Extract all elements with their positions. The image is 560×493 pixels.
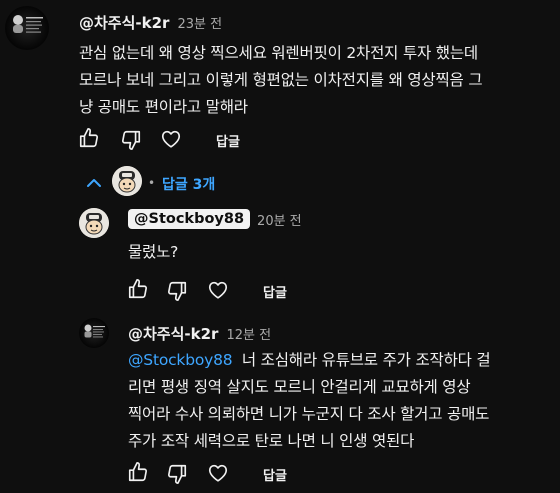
thumbs-up-icon [79,128,99,148]
dislike-button[interactable] [166,463,188,485]
comment-text: 관심 없는데 왜 영상 찍으세요 워렌버핏이 2차전지 투자 했는데 모르나 보… [79,40,549,121]
separator-dot: • [148,176,156,190]
creator-avatar [112,166,142,196]
heart-icon [161,130,181,148]
reply-avatar[interactable] [79,208,109,238]
comment-author[interactable]: @차주식-k2r [79,12,169,33]
reply-header: @차주식-k2r 12분 전 [128,323,271,344]
thumbs-down-icon [167,464,187,484]
reply-avatar[interactable] [79,318,109,348]
comment-line: 냥 공매도 편이라고 말해라 [79,98,248,116]
heart-icon [208,464,228,482]
reply-button[interactable]: 답글 [263,465,287,484]
reply-button[interactable]: 답글 [263,282,287,301]
like-button[interactable] [127,461,149,483]
like-button[interactable] [127,278,149,300]
thumbs-up-icon [128,462,148,482]
chevron-up-icon [87,179,101,187]
reply-line: 리면 평생 징역 살지도 모르니 안걸리게 교묘하게 영상 [128,378,471,396]
heart-button[interactable] [160,128,182,150]
heart-icon [208,281,228,299]
collapse-replies-button[interactable] [85,176,103,190]
commenter-avatar[interactable] [5,6,49,50]
like-button[interactable] [78,127,100,149]
reply-text: @Stockboy88 너 조심해라 유튜브로 주가 조작하다 걸 리면 평생 … [128,347,548,455]
mention-link[interactable]: @Stockboy88 [128,351,233,369]
reply-time[interactable]: 20분 전 [257,210,302,229]
comment-time[interactable]: 23분 전 [177,13,222,32]
thumbs-down-icon [121,130,141,150]
replies-count-toggle[interactable]: 답글 3개 [162,174,215,194]
thumbs-down-icon [167,281,187,301]
comment-header: @차주식-k2r 23분 전 [79,12,222,33]
thumbs-up-icon [128,279,148,299]
reply-line: 주가 조작 세력으로 탄로 나면 니 인생 엿된다 [128,432,415,450]
reply-author[interactable]: @차주식-k2r [128,323,218,344]
heart-button[interactable] [207,462,229,484]
reply-text: 물렸노? [128,243,179,261]
reply-line: 찍어라 수사 의뢰하면 니가 누군지 다 조사 할거고 공매도 [128,405,490,423]
heart-button[interactable] [207,279,229,301]
dislike-button[interactable] [166,280,188,302]
reply-time[interactable]: 12분 전 [226,324,271,343]
reply-author-creator-chip[interactable]: @Stockboy88 [128,209,251,229]
reply-line: @Stockboy88 너 조심해라 유튜브로 주가 조작하다 걸 [128,351,491,369]
comment-line: 모르나 보네 그리고 이렇게 형편없는 이차전지를 왜 영상찍음 그 [79,71,483,89]
reply-button[interactable]: 답글 [216,131,240,150]
reply-header: @Stockboy88 20분 전 [128,209,302,229]
comment-line: 관심 없는데 왜 영상 찍으세요 워렌버핏이 2차전지 투자 했는데 [79,44,478,62]
dislike-button[interactable] [120,129,142,151]
